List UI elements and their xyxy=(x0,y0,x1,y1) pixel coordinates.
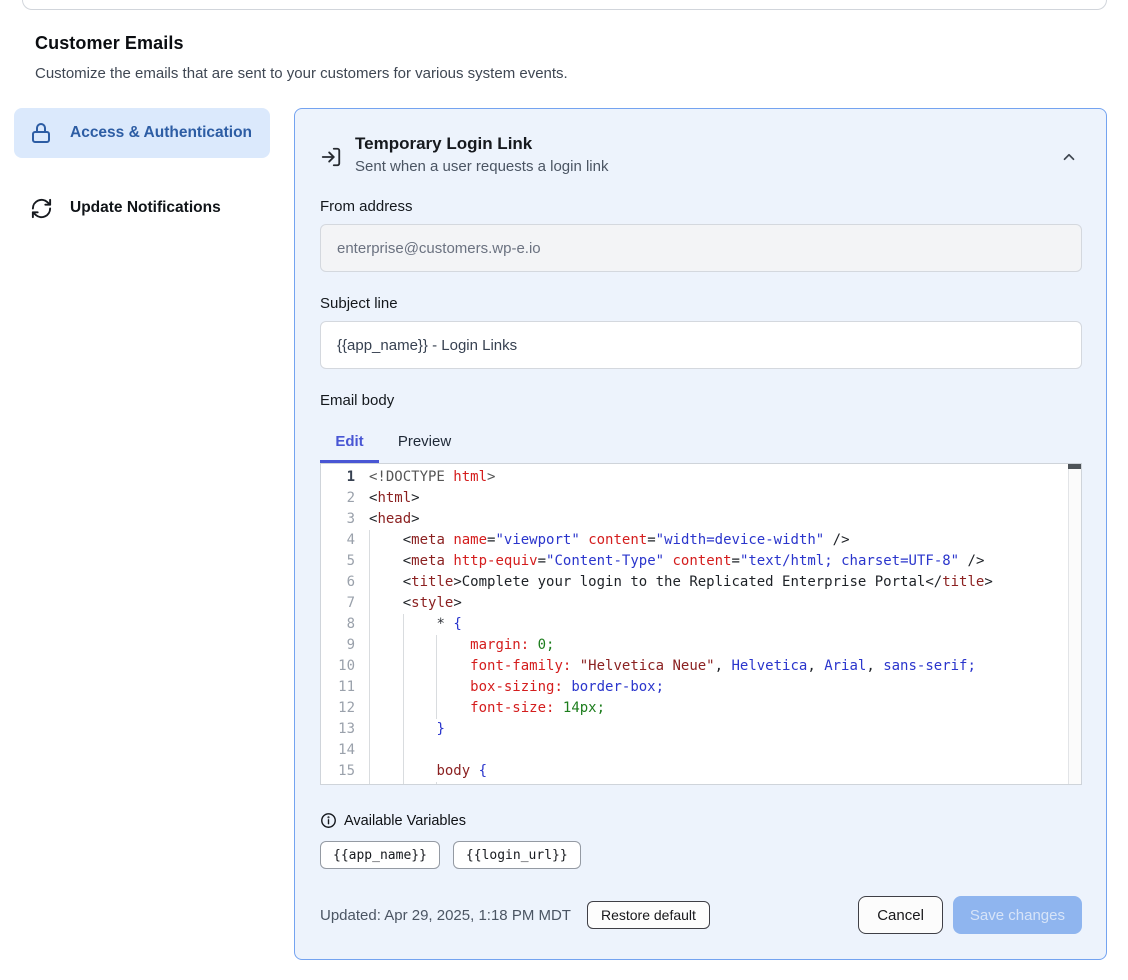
line-number: 15 xyxy=(321,761,355,782)
from-address-label: From address xyxy=(320,198,1082,215)
page-subtitle: Customize the emails that are sent to yo… xyxy=(35,65,1128,82)
variable-chip[interactable]: {{app_name}} xyxy=(320,841,440,869)
code-line[interactable]: <head> xyxy=(369,509,1081,530)
editor-gutter: 12345678910111213141516 xyxy=(321,464,369,784)
line-number: 14 xyxy=(321,740,355,761)
panel-footer: Updated: Apr 29, 2025, 1:18 PM MDT Resto… xyxy=(320,896,1082,934)
line-number: 1 xyxy=(321,467,355,488)
chevron-up-icon xyxy=(1060,148,1078,166)
indent-guide xyxy=(436,782,437,785)
updated-timestamp: Updated: Apr 29, 2025, 1:18 PM MDT xyxy=(320,907,571,924)
editor-scrollbar[interactable] xyxy=(1068,464,1081,784)
line-number: 6 xyxy=(321,572,355,593)
code-line[interactable]: <html> xyxy=(369,488,1081,509)
temporary-login-link-panel: Temporary Login Link Sent when a user re… xyxy=(294,108,1107,960)
code-line[interactable]: * { xyxy=(369,614,1081,635)
subject-line-label: Subject line xyxy=(320,295,1082,312)
line-number: 9 xyxy=(321,635,355,656)
code-line[interactable]: font-size: 14px; xyxy=(369,698,1081,719)
panel-subtitle: Sent when a user requests a login link xyxy=(355,158,608,175)
restore-default-button[interactable]: Restore default xyxy=(587,901,710,929)
line-number: 12 xyxy=(321,698,355,719)
code-line[interactable]: } xyxy=(369,719,1081,740)
sidebar-item-label: Access & Authentication xyxy=(70,121,252,145)
previous-card-bottom-edge xyxy=(22,0,1107,10)
editor-scrollbar-thumb[interactable] xyxy=(1068,464,1081,469)
lock-icon xyxy=(29,121,53,145)
line-number: 4 xyxy=(321,530,355,551)
variable-chip[interactable]: {{login_url}} xyxy=(453,841,581,869)
line-number: 16 xyxy=(321,782,355,785)
line-number: 8 xyxy=(321,614,355,635)
code-line[interactable]: <meta http-equiv="Content-Type" content=… xyxy=(369,551,1081,572)
panel-title: Temporary Login Link xyxy=(355,134,608,154)
sidebar-item-update-notifications[interactable]: Update Notifications xyxy=(14,183,270,233)
code-line[interactable]: <title>Complete your login to the Replic… xyxy=(369,572,1081,593)
available-variables-header: Available Variables xyxy=(320,812,1082,829)
info-icon xyxy=(320,812,337,829)
subject-line-input[interactable] xyxy=(320,321,1082,369)
collapse-section-button[interactable] xyxy=(1056,144,1082,170)
sidebar-item-access-authentication[interactable]: Access & Authentication xyxy=(14,108,270,158)
line-number: 7 xyxy=(321,593,355,614)
variable-chips: {{app_name}} {{login_url}} xyxy=(320,841,1082,869)
code-line[interactable]: background-color: #f9f9f9; xyxy=(369,782,1081,784)
editor-code[interactable]: <!DOCTYPE html><html><head> <meta name="… xyxy=(369,464,1081,784)
login-icon xyxy=(320,146,342,168)
line-number: 10 xyxy=(321,656,355,677)
code-line[interactable]: body { xyxy=(369,761,1081,782)
line-number: 5 xyxy=(321,551,355,572)
code-editor[interactable]: 12345678910111213141516 <!DOCTYPE html><… xyxy=(320,463,1082,785)
email-body-label: Email body xyxy=(320,392,1082,409)
code-line[interactable]: <meta name="viewport" content="width=dev… xyxy=(369,530,1081,551)
tab-preview[interactable]: Preview xyxy=(386,421,463,463)
code-line[interactable]: font-family: "Helvetica Neue", Helvetica… xyxy=(369,656,1081,677)
code-line[interactable] xyxy=(369,740,1081,761)
code-line[interactable]: margin: 0; xyxy=(369,635,1081,656)
page-title: Customer Emails xyxy=(35,33,1128,54)
line-number: 13 xyxy=(321,719,355,740)
line-number: 2 xyxy=(321,488,355,509)
code-line[interactable]: <!DOCTYPE html> xyxy=(369,467,1081,488)
indent-guide xyxy=(369,530,370,785)
available-variables-label: Available Variables xyxy=(344,813,466,829)
email-body-tabs: Edit Preview xyxy=(320,421,1082,463)
cancel-button[interactable]: Cancel xyxy=(858,896,943,934)
indent-guide xyxy=(436,635,437,719)
from-address-input[interactable] xyxy=(320,224,1082,272)
panel-header: Temporary Login Link Sent when a user re… xyxy=(320,134,1082,175)
line-number: 11 xyxy=(321,677,355,698)
code-line[interactable]: <style> xyxy=(369,593,1081,614)
sidebar-item-label: Update Notifications xyxy=(70,196,221,220)
indent-guide xyxy=(403,614,404,785)
code-line[interactable]: box-sizing: border-box; xyxy=(369,677,1081,698)
tab-edit[interactable]: Edit xyxy=(320,421,379,463)
refresh-icon xyxy=(29,197,53,220)
line-number: 3 xyxy=(321,509,355,530)
save-changes-button[interactable]: Save changes xyxy=(953,896,1082,934)
content-columns: Access & Authentication Update Notificat… xyxy=(14,108,1107,960)
email-types-sidebar: Access & Authentication Update Notificat… xyxy=(14,108,270,233)
